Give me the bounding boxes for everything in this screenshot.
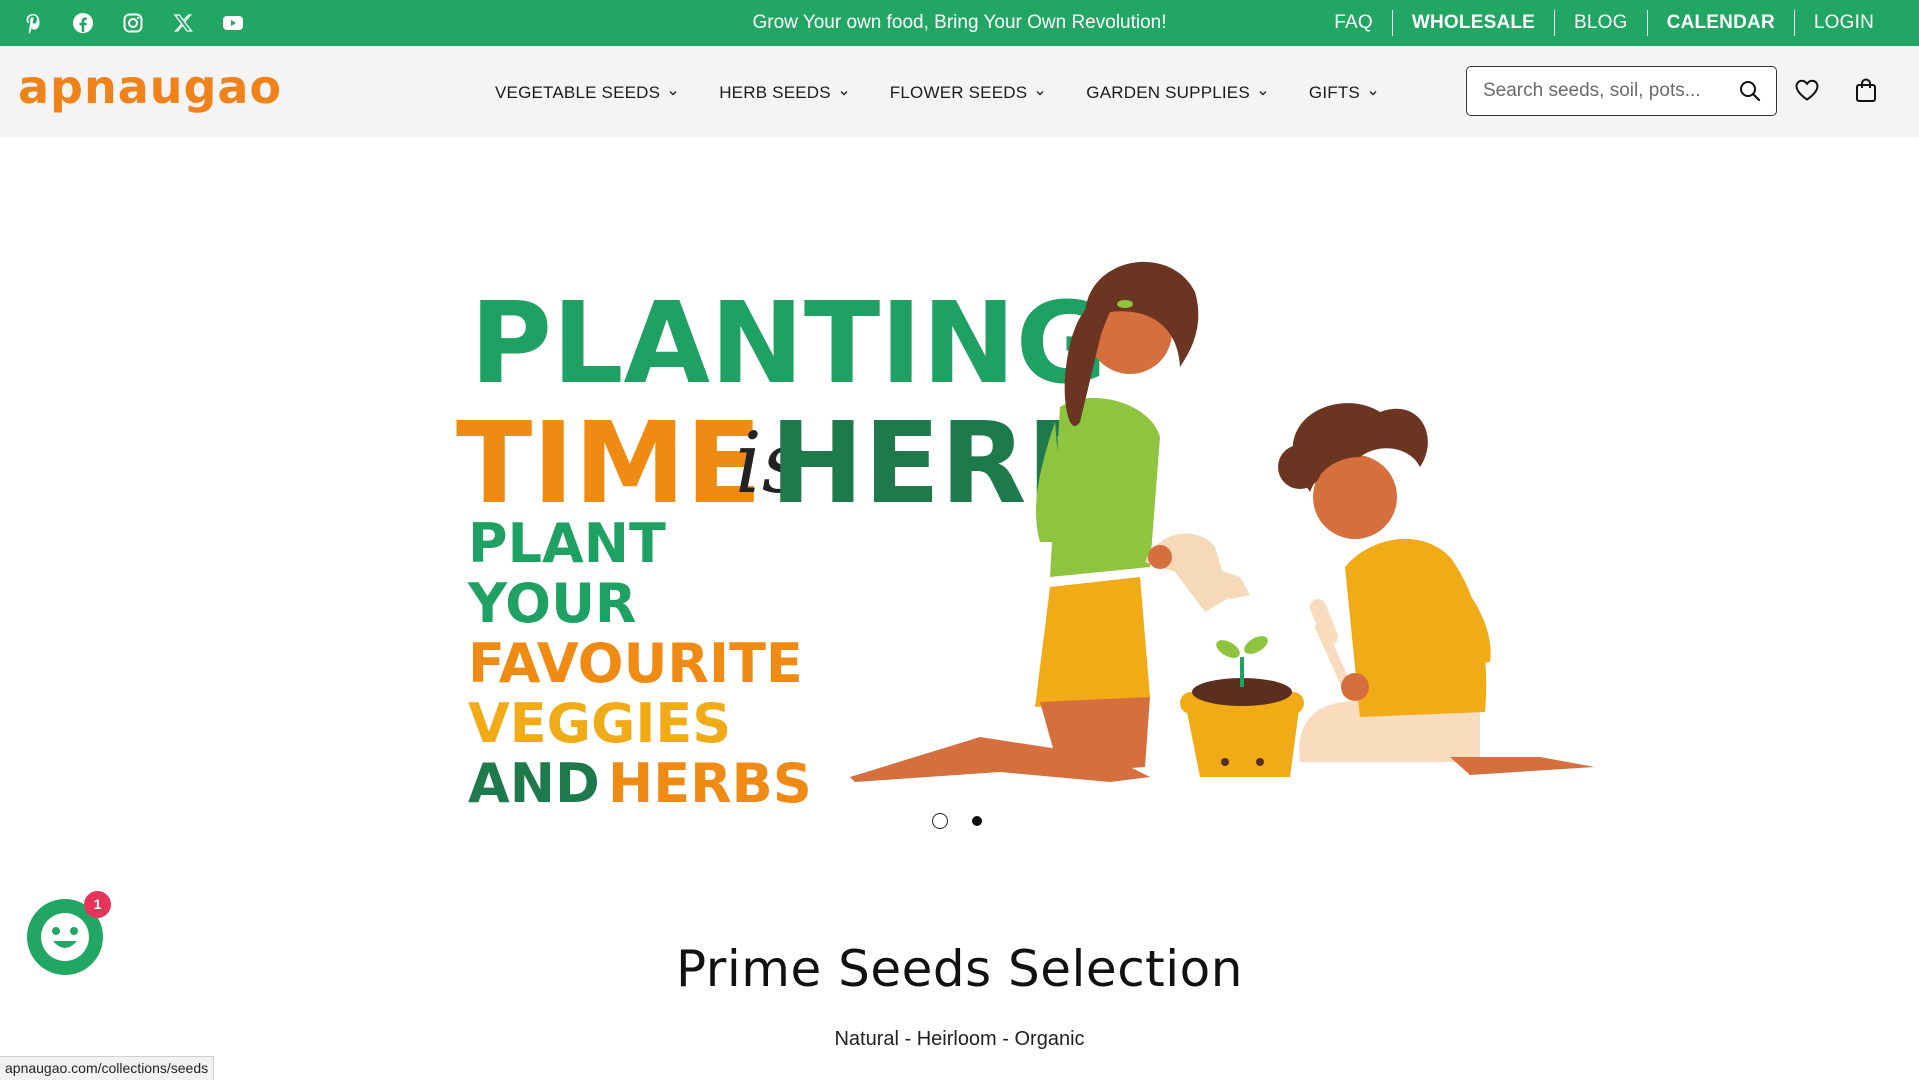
wholesale-link[interactable]: WHOLESALE [1391,10,1554,36]
nav-label: GARDEN SUPPLIES [1086,83,1250,102]
hero-line-your: YOUR [467,572,637,635]
utility-links: FAQ WHOLESALE BLOG CALENDAR LOGIN [1315,0,1893,46]
slider-dots [932,813,982,829]
nav-label: HERB SEEDS [719,83,831,102]
calendar-link[interactable]: CALENDAR [1646,10,1794,36]
chevron-down-icon [1036,91,1044,96]
nav-herb-seeds[interactable]: HERB SEEDS [719,83,848,103]
nav-garden-supplies[interactable]: GARDEN SUPPLIES [1086,83,1267,103]
heart-icon[interactable] [1794,78,1820,102]
nav-vegetable-seeds[interactable]: VEGETABLE SEEDS [495,83,677,103]
chevron-down-icon [1259,91,1267,96]
hero-line-and: AND [468,752,600,815]
hero-line-herbs: HERBS [608,752,812,815]
search-box [1466,66,1777,116]
shopping-bag-icon[interactable] [1854,77,1878,103]
chevron-down-icon [1369,91,1377,96]
blog-link[interactable]: BLOG [1554,10,1647,36]
chevron-down-icon [669,91,677,96]
section-subtitle: Natural - Heirloom - Organic [834,1028,1085,1050]
hero-line-plant: PLANT [468,512,666,575]
faq-link[interactable]: FAQ [1315,10,1392,36]
slide-dot-2-active[interactable] [972,816,982,826]
hero-line-planting: PLANTING [470,279,1108,409]
search-icon[interactable] [1738,79,1762,103]
hero-line-time: TIME [456,399,762,529]
nav-gifts[interactable]: GIFTS [1309,83,1377,103]
nav-label: FLOWER SEEDS [889,83,1028,102]
announcement-bar: Grow Your own food, Bring Your Own Revol… [0,0,1919,46]
hero-line-veggies: VEGGIES [468,692,731,755]
notification-badge: 1 [84,891,111,918]
hero-illustration: PLANTING TIME is HERE PLANT YOUR FAVOURI… [456,261,1595,815]
plant-pot-illustration [1180,636,1304,777]
search-input[interactable] [1481,79,1725,103]
site-logo[interactable]: apnaugao [18,60,282,114]
main-nav: VEGETABLE SEEDS HERB SEEDS FLOWER SEEDS … [495,83,1419,103]
nav-label: GIFTS [1308,83,1360,102]
section-title: Prime Seeds Selection [676,940,1243,998]
hero-line-favourite: FAVOURITE [468,632,803,695]
status-bar-url: apnaugao.com/collections/seeds [0,1056,215,1080]
hero-banner[interactable]: PLANTING TIME is HERE PLANT YOUR FAVOURI… [0,137,1919,867]
site-header: apnaugao VEGETABLE SEEDS HERB SEEDS FLOW… [0,46,1919,137]
chat-widget-button[interactable]: 1 [27,891,111,975]
slide-dot-1[interactable] [932,813,948,829]
nav-flower-seeds[interactable]: FLOWER SEEDS [890,83,1044,103]
nav-label: VEGETABLE SEEDS [495,83,661,102]
boy-gardening-illustration [1278,403,1595,775]
chevron-down-icon [840,91,848,96]
login-link[interactable]: LOGIN [1793,10,1893,36]
